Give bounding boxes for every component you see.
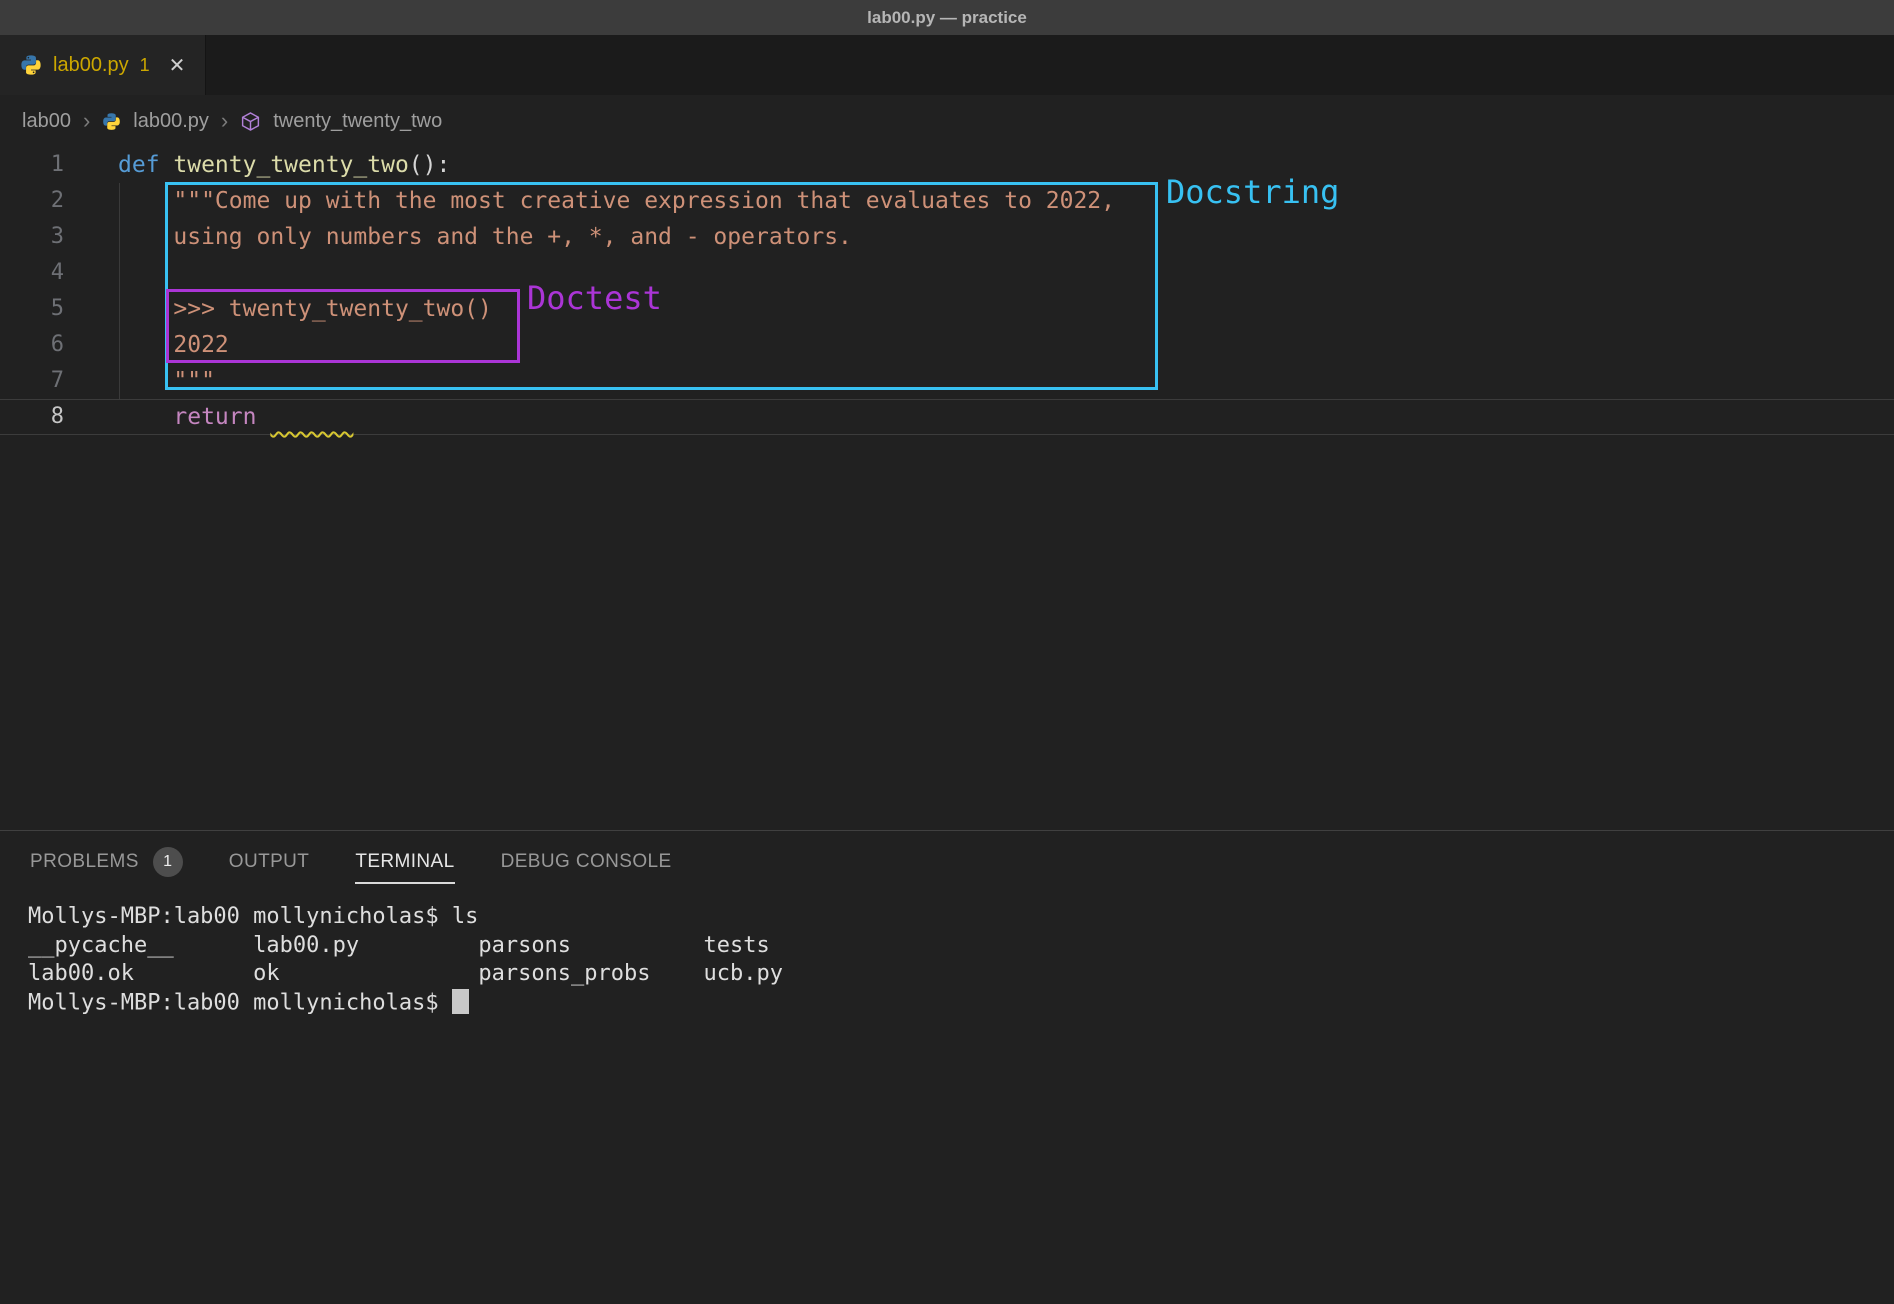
code-text: 2022 <box>118 327 229 363</box>
panel-tab-label: DEBUG CONSOLE <box>501 851 672 873</box>
terminal-prompt-line: Mollys-MBP:lab00 mollynicholas$ <box>28 989 1894 1018</box>
code-text: return <box>118 399 353 435</box>
panel-tab-label: OUTPUT <box>229 851 310 873</box>
panel-tab-bar: PROBLEMS 1 OUTPUT TERMINAL DEBUG CONSOLE <box>0 831 1894 893</box>
code-line-1[interactable]: 1 def twenty_twenty_two(): <box>0 147 1894 183</box>
tab-bar: lab00.py 1 ✕ <box>0 35 1894 95</box>
line-number[interactable]: 8 <box>0 399 64 435</box>
line-number[interactable]: 1 <box>0 147 64 183</box>
breadcrumb: lab00 › lab00.py › twenty_twenty_two <box>0 95 1894 147</box>
bottom-panel: PROBLEMS 1 OUTPUT TERMINAL DEBUG CONSOLE… <box>0 830 1894 1304</box>
terminal-cursor <box>452 989 469 1014</box>
chevron-right-icon: › <box>83 108 90 134</box>
line-number[interactable]: 4 <box>0 255 64 291</box>
panel-tab-output[interactable]: OUTPUT <box>229 851 310 873</box>
panel-tab-terminal[interactable]: TERMINAL <box>355 851 454 873</box>
terminal-line: __pycache__ lab00.py parsons tests <box>28 932 1894 961</box>
code-text: def twenty_twenty_two(): <box>118 147 450 183</box>
code-text: """ <box>118 363 215 399</box>
code-text: using only numbers and the +, *, and - o… <box>118 219 852 255</box>
warning-squiggle <box>270 404 353 430</box>
symbol-cube-icon <box>240 111 261 132</box>
window-titlebar: lab00.py — practice <box>0 0 1894 35</box>
line-number[interactable]: 6 <box>0 327 64 363</box>
line-number[interactable]: 7 <box>0 363 64 399</box>
breadcrumb-file[interactable]: lab00.py <box>133 110 209 133</box>
panel-tab-label: TERMINAL <box>355 851 454 873</box>
tab-close-icon[interactable]: ✕ <box>169 53 186 78</box>
line-number[interactable]: 5 <box>0 291 64 327</box>
line-number[interactable]: 3 <box>0 219 64 255</box>
breadcrumb-symbol[interactable]: twenty_twenty_two <box>273 110 442 133</box>
terminal[interactable]: Mollys-MBP:lab00 mollynicholas$ ls __pyc… <box>0 893 1894 1018</box>
python-icon <box>102 112 121 131</box>
docstring-annotation-label: Docstring <box>1166 173 1339 211</box>
code-line-6[interactable]: 6 2022 <box>0 327 1894 363</box>
code-line-4[interactable]: 4 <box>0 255 1894 291</box>
code-line-3[interactable]: 3 using only numbers and the +, *, and -… <box>0 219 1894 255</box>
code-text: """Come up with the most creative expres… <box>118 183 1115 219</box>
panel-tab-debug-console[interactable]: DEBUG CONSOLE <box>501 851 672 873</box>
terminal-line: lab00.ok ok parsons_probs ucb.py <box>28 960 1894 989</box>
code-editor[interactable]: 1 def twenty_twenty_two(): 2 """Come up … <box>0 147 1894 830</box>
indent-guide <box>119 183 120 399</box>
code-line-5[interactable]: 5 >>> twenty_twenty_two() <box>0 291 1894 327</box>
tab-label: lab00.py <box>53 54 129 77</box>
code-line-2[interactable]: 2 """Come up with the most creative expr… <box>0 183 1894 219</box>
breadcrumb-folder[interactable]: lab00 <box>22 110 71 133</box>
tab-problem-count: 1 <box>140 55 150 76</box>
panel-tab-label: PROBLEMS <box>30 851 139 873</box>
terminal-prompt: Mollys-MBP:lab00 mollynicholas$ <box>28 990 452 1015</box>
doctest-annotation-label: Doctest <box>527 279 662 317</box>
terminal-line: Mollys-MBP:lab00 mollynicholas$ ls <box>28 903 1894 932</box>
code-line-8[interactable]: 8 return <box>0 399 1894 435</box>
line-number[interactable]: 2 <box>0 183 64 219</box>
panel-tab-problems[interactable]: PROBLEMS 1 <box>30 847 183 877</box>
code-line-7[interactable]: 7 """ <box>0 363 1894 399</box>
problems-count-badge: 1 <box>153 847 183 877</box>
code-text: >>> twenty_twenty_two() <box>118 291 492 327</box>
python-icon <box>20 54 42 76</box>
chevron-right-icon: › <box>221 108 228 134</box>
window-title: lab00.py — practice <box>867 8 1027 28</box>
tab-lab00py[interactable]: lab00.py 1 ✕ <box>0 35 206 95</box>
